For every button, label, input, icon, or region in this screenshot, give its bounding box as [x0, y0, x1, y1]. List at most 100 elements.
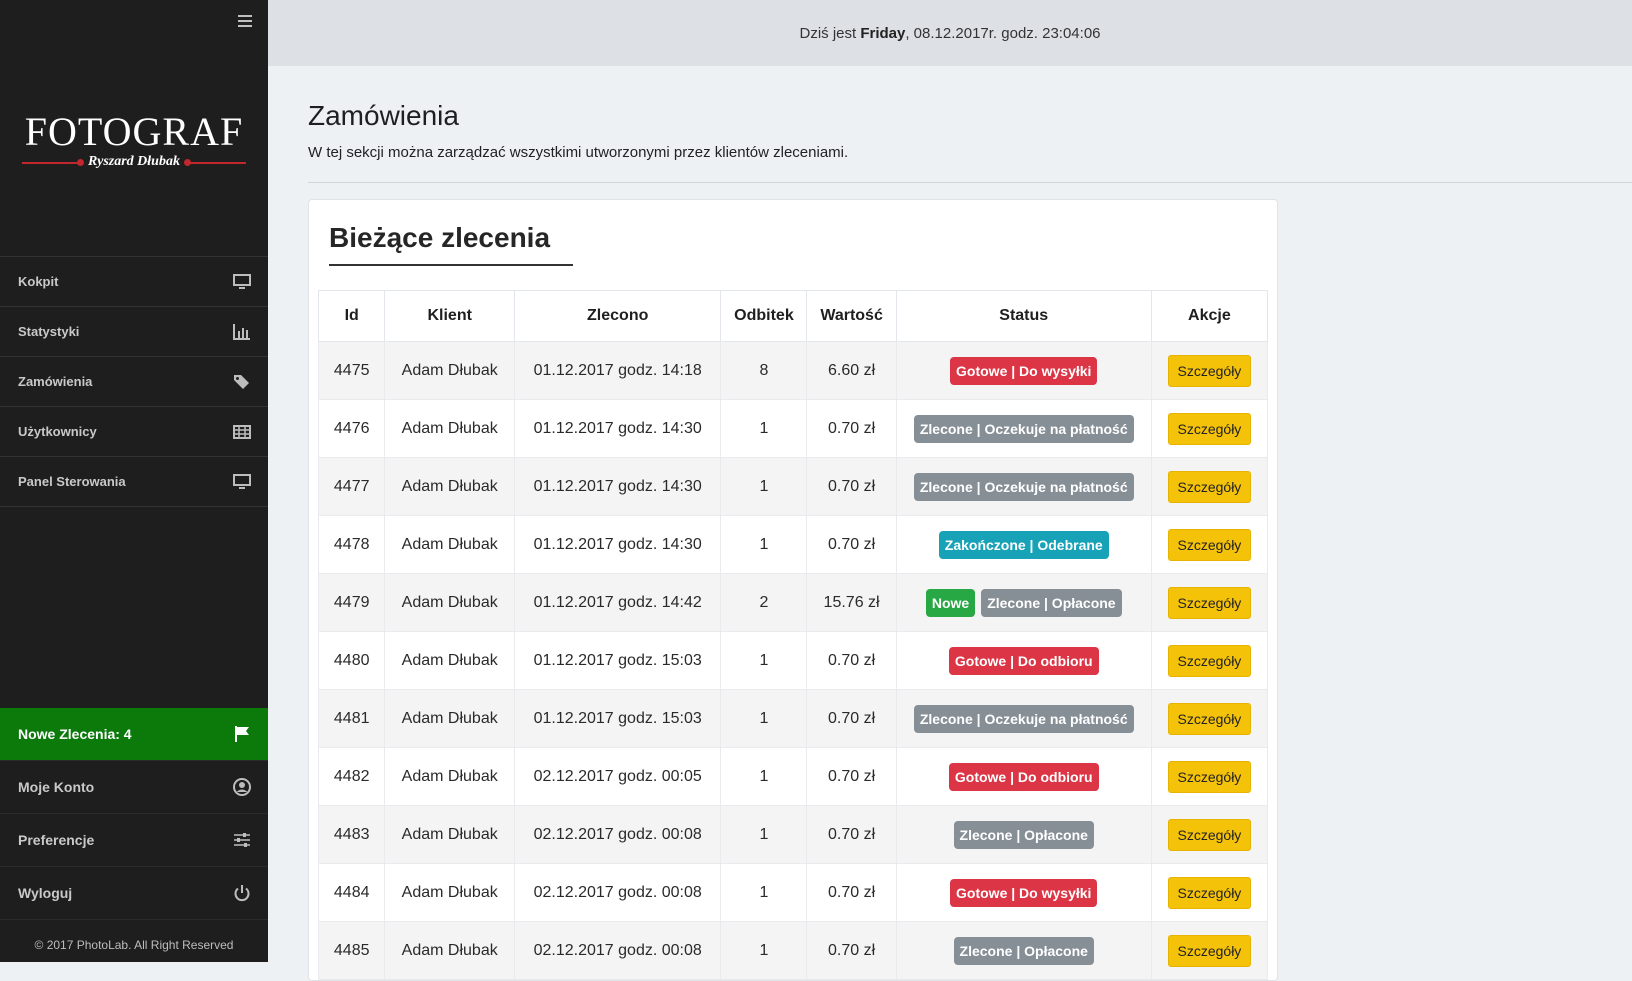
- client-cell: Adam Dłubak: [384, 921, 516, 980]
- monitor-icon: [233, 474, 251, 489]
- actions-cell: Szczegóły: [1150, 399, 1269, 458]
- status-badge: Zlecone | Oczekuje na płatność: [913, 414, 1134, 443]
- actions-cell: Szczegóły: [1150, 573, 1269, 632]
- order-id-cell: 4481: [317, 689, 386, 748]
- order-id-cell: 4484: [317, 863, 386, 922]
- orders-table-body: 4475 Adam Dłubak 01.12.2017 godz. 14:18 8 6.…: [317, 341, 1269, 980]
- column-header-prints[interactable]: Odbitek: [720, 290, 808, 342]
- status-cell: Zlecone | Opłacone: [895, 805, 1152, 864]
- date-suffix: , 08.12.2017r. godz. 23:04:06: [905, 24, 1101, 42]
- details-button[interactable]: Szczegóły: [1167, 470, 1252, 503]
- sidebar-item-label: Zamówienia: [18, 374, 93, 389]
- ordered-date-cell: 01.12.2017 godz. 14:30: [514, 515, 722, 574]
- status-cell: Nowe Zlecone | Opłacone: [895, 573, 1152, 632]
- status-badge: Zakończone | Odebrane: [938, 530, 1109, 559]
- status-cell: Gotowe | Do wysyłki: [895, 341, 1152, 400]
- status-cell: Zlecone | Opłacone: [895, 921, 1152, 980]
- date-day: Friday: [860, 24, 906, 42]
- column-header-value[interactable]: Wartość: [806, 290, 897, 342]
- new-orders-link[interactable]: Nowe Zlecenia: 4: [0, 708, 268, 761]
- actions-cell: Szczegóły: [1150, 515, 1269, 574]
- sidebar-item-kokpit[interactable]: Kokpit: [0, 257, 268, 307]
- order-id-cell: 4476: [317, 399, 386, 458]
- logo: FOTOGRAF Ryszard Dłubak: [0, 112, 268, 172]
- ordered-date-cell: 01.12.2017 godz. 14:18: [514, 341, 722, 400]
- date-prefix: Dziś jest: [799, 24, 861, 42]
- ordered-date-cell: 01.12.2017 godz. 14:30: [514, 399, 722, 458]
- logo-subtitle: Ryszard Dłubak: [88, 154, 180, 169]
- table-row: 4485 Adam Dłubak 02.12.2017 godz. 00:08 1 0.…: [317, 921, 1269, 980]
- client-cell: Adam Dłubak: [384, 573, 516, 632]
- status-badge: Zlecone | Oczekuje na płatność: [913, 704, 1134, 733]
- preferences-label: Preferencje: [18, 832, 95, 848]
- sidebar-nav: Kokpit Statystyki Zamówienia Użytkownicy…: [0, 256, 268, 507]
- page-subtitle: W tej sekcji można zarządzać wszystkimi …: [308, 144, 849, 161]
- actions-cell: Szczegóły: [1150, 805, 1269, 864]
- value-cell: 0.70 zł: [806, 515, 897, 574]
- user-circle-icon: [233, 778, 251, 796]
- actions-cell: Szczegóły: [1150, 747, 1269, 806]
- column-header-status[interactable]: Status: [895, 290, 1152, 342]
- monitor-icon: [233, 274, 251, 289]
- sliders-icon: [234, 833, 250, 847]
- value-cell: 0.70 zł: [806, 399, 897, 458]
- card-title-underline: [329, 264, 573, 266]
- sidebar-item-uzytkownicy[interactable]: Użytkownicy: [0, 407, 268, 457]
- power-icon: [234, 885, 250, 902]
- details-button[interactable]: Szczegóły: [1167, 760, 1252, 793]
- preferences-link[interactable]: Preferencje: [0, 814, 268, 867]
- actions-cell: Szczegóły: [1150, 863, 1269, 922]
- status-badge: Zlecone | Opłacone: [953, 820, 1094, 849]
- table-row: 4480 Adam Dłubak 01.12.2017 godz. 15:03 1 0.…: [317, 631, 1269, 690]
- client-cell: Adam Dłubak: [384, 399, 516, 458]
- my-account-link[interactable]: Moje Konto: [0, 761, 268, 814]
- client-cell: Adam Dłubak: [384, 457, 516, 516]
- details-button[interactable]: Szczegóły: [1167, 586, 1252, 619]
- actions-cell: Szczegóły: [1150, 457, 1269, 516]
- value-cell: 0.70 zł: [806, 921, 897, 980]
- column-header-actions[interactable]: Akcje: [1150, 290, 1269, 342]
- sidebar-item-label: Kokpit: [18, 274, 59, 289]
- sidebar-item-panel-sterowania[interactable]: Panel Sterowania: [0, 457, 268, 507]
- status-badge: Gotowe | Do odbioru: [948, 646, 1099, 675]
- client-cell: Adam Dłubak: [384, 747, 516, 806]
- details-button[interactable]: Szczegóły: [1167, 702, 1252, 735]
- sidebar-item-zamowienia[interactable]: Zamówienia: [0, 357, 268, 407]
- tags-icon: [234, 375, 249, 389]
- prints-cell: 1: [720, 399, 808, 458]
- order-id-cell: 4482: [317, 747, 386, 806]
- status-badge: Nowe: [925, 588, 976, 617]
- sidebar-item-statystyki[interactable]: Statystyki: [0, 307, 268, 357]
- table-row: 4481 Adam Dłubak 01.12.2017 godz. 15:03 1 0.…: [317, 689, 1269, 748]
- order-id-cell: 4475: [317, 341, 386, 400]
- status-cell: Gotowe | Do odbioru: [895, 747, 1152, 806]
- details-button[interactable]: Szczegóły: [1167, 876, 1252, 909]
- column-header-client[interactable]: Klient: [384, 290, 516, 342]
- details-button[interactable]: Szczegóły: [1167, 818, 1252, 851]
- actions-cell: Szczegóły: [1150, 631, 1269, 690]
- client-cell: Adam Dłubak: [384, 515, 516, 574]
- details-button[interactable]: Szczegóły: [1167, 354, 1252, 387]
- my-account-label: Moje Konto: [18, 779, 95, 795]
- sidebar-item-label: Użytkownicy: [18, 424, 97, 439]
- ordered-date-cell: 01.12.2017 godz. 14:42: [514, 573, 722, 632]
- menu-icon[interactable]: [238, 12, 252, 30]
- prints-cell: 1: [720, 631, 808, 690]
- ordered-date-cell: 02.12.2017 godz. 00:08: [514, 805, 722, 864]
- ordered-date-cell: 01.12.2017 godz. 14:30: [514, 457, 722, 516]
- status-badge: Zlecone | Opłacone: [953, 936, 1094, 965]
- ordered-date-cell: 02.12.2017 godz. 00:08: [514, 863, 722, 922]
- divider: [308, 182, 1632, 183]
- column-header-ordered[interactable]: Zlecono: [514, 290, 722, 342]
- prints-cell: 1: [720, 747, 808, 806]
- column-header-id[interactable]: Id: [317, 290, 386, 342]
- logout-link[interactable]: Wyloguj: [0, 867, 268, 920]
- status-cell: Gotowe | Do wysyłki: [895, 863, 1152, 922]
- status-badge: Gotowe | Do wysyłki: [950, 356, 1098, 385]
- card-title: Bieżące zlecenia: [329, 222, 551, 253]
- details-button[interactable]: Szczegóły: [1167, 412, 1252, 445]
- details-button[interactable]: Szczegóły: [1167, 528, 1252, 561]
- status-cell: Zlecone | Oczekuje na płatność: [895, 689, 1152, 748]
- table-row: 4475 Adam Dłubak 01.12.2017 godz. 14:18 8 6.…: [317, 341, 1269, 400]
- details-button[interactable]: Szczegóły: [1167, 644, 1252, 677]
